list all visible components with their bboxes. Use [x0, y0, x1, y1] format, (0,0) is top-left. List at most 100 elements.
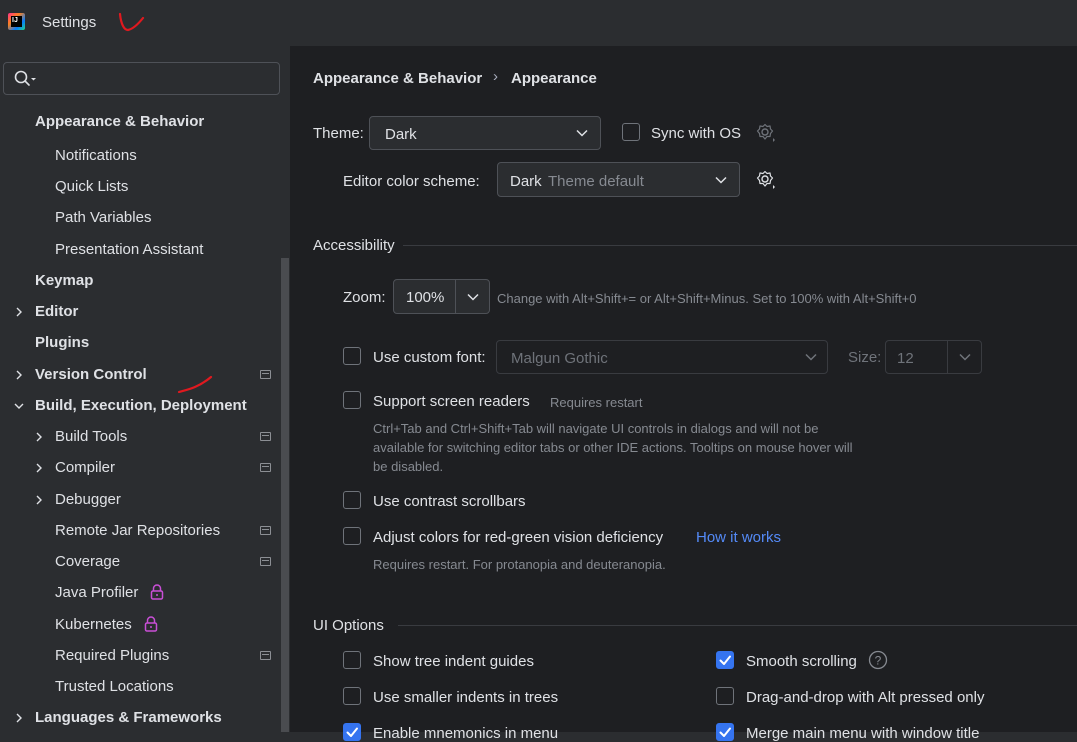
custom-font-value: Malgun Gothic [511, 350, 608, 367]
screen-readers-description: available for switching editor tabs or o… [373, 440, 853, 455]
sidebar-item-debugger[interactable]: Debugger [0, 487, 280, 513]
sidebar-item-label: Languages & Frameworks [35, 709, 222, 726]
theme-label: Theme: [313, 125, 364, 142]
chevron-right-icon[interactable] [13, 306, 25, 318]
contrast-scrollbars-checkbox[interactable] [343, 491, 361, 509]
svg-text:?: ? [875, 654, 882, 668]
color-deficiency-label: Adjust colors for red-green vision defic… [373, 529, 664, 546]
sidebar-item-label: Build, Execution, Deployment [35, 397, 247, 414]
mnemonics-checkbox[interactable] [343, 723, 361, 741]
sidebar-item-build-execution-deployment[interactable]: Build, Execution, Deployment [0, 393, 280, 419]
sidebar-item-required-plugins[interactable]: Required Plugins [0, 643, 280, 669]
screen-readers-checkbox[interactable] [343, 391, 361, 409]
chevron-right-icon[interactable] [33, 431, 45, 443]
chevron-right-icon[interactable] [13, 369, 25, 381]
sidebar-item-label: Quick Lists [55, 178, 129, 195]
sidebar-item-label: Path Variables [55, 209, 152, 226]
smaller-indents-checkbox[interactable] [343, 687, 361, 705]
breadcrumb-current: Appearance [511, 70, 597, 87]
sidebar-item-label: Remote Jar Repositories [55, 522, 221, 539]
zoom-dropdown-divider [455, 280, 456, 313]
sidebar-item-appearance-behavior[interactable]: Appearance & Behavior [0, 109, 280, 135]
sidebar-item-label: Plugins [35, 334, 90, 351]
drag-drop-checkbox[interactable] [716, 687, 734, 705]
sync-with-os-label: Sync with OS [651, 125, 742, 142]
project-level-icon [260, 432, 271, 441]
screen-readers-hint: Requires restart [550, 395, 643, 410]
theme-value: Dark [385, 126, 417, 143]
sidebar-item-label: Java Profiler [55, 584, 139, 601]
sync-with-os-checkbox[interactable] [622, 123, 640, 141]
sidebar-item-editor[interactable]: Editor [0, 299, 280, 325]
sidebar-item-label: Version Control [35, 366, 147, 383]
sidebar-item-java-profiler[interactable]: Java Profiler [0, 580, 280, 606]
editor-scheme-hint: Theme default [548, 173, 644, 190]
sidebar-item-kubernetes[interactable]: Kubernetes [0, 612, 280, 638]
intellij-app-icon: IJ [8, 13, 25, 30]
breadcrumb-parent[interactable]: Appearance & Behavior [313, 70, 482, 87]
chevron-down-icon [576, 129, 588, 137]
zoom-dropdown[interactable]: 100% [393, 279, 490, 314]
sidebar-item-version-control[interactable]: Version Control [0, 362, 280, 388]
chevron-right-icon[interactable] [33, 494, 45, 506]
sidebar-item-label: Required Plugins [55, 647, 170, 664]
sidebar-scrollbar[interactable] [281, 258, 289, 732]
sidebar-item-coverage[interactable]: Coverage [0, 549, 280, 575]
window-title: Settings [42, 14, 97, 31]
font-size-divider [947, 341, 948, 373]
sidebar-item-label: Build Tools [55, 428, 128, 445]
merge-menu-label: Merge main menu with window title [746, 725, 980, 742]
checkmark-icon [346, 727, 358, 737]
color-deficiency-hint: Requires restart. For protanopia and deu… [373, 557, 666, 572]
sidebar-item-quick-lists[interactable]: Quick Lists [0, 174, 280, 200]
contrast-scrollbars-label: Use contrast scrollbars [373, 493, 526, 510]
sidebar-item-presentation-assistant[interactable]: Presentation Assistant [0, 237, 280, 263]
font-size-dropdown[interactable]: 12 [885, 340, 982, 374]
sidebar-item-trusted-locations[interactable]: Trusted Locations [0, 674, 280, 700]
chevron-right-icon[interactable] [33, 462, 45, 474]
search-input[interactable] [3, 62, 280, 95]
project-level-icon [260, 557, 271, 566]
editor-scheme-label: Editor color scheme: [343, 173, 480, 190]
custom-font-label: Use custom font: [373, 349, 486, 366]
help-icon[interactable]: ? [868, 650, 888, 670]
chevron-right-icon[interactable] [13, 712, 25, 724]
sidebar-item-label: Debugger [55, 491, 121, 508]
search-icon [14, 70, 36, 86]
lock-icon [150, 584, 164, 600]
sidebar-item-label: Editor [35, 303, 79, 320]
sidebar-item-plugins[interactable]: Plugins [0, 330, 280, 356]
theme-dropdown[interactable]: Dark [369, 116, 601, 150]
merge-menu-checkbox[interactable] [716, 723, 734, 741]
how-it-works-link[interactable]: How it works [696, 529, 781, 546]
project-level-icon [260, 370, 271, 379]
smooth-scrolling-checkbox[interactable] [716, 651, 734, 669]
editor-scheme-dropdown[interactable]: Dark Theme default [497, 162, 740, 197]
sidebar-item-compiler[interactable]: Compiler [0, 455, 280, 481]
sidebar-item-keymap[interactable]: Keymap [0, 268, 280, 294]
chevron-down-icon [467, 293, 479, 301]
gear-icon[interactable] [756, 170, 776, 190]
sidebar-item-build-tools[interactable]: Build Tools [0, 424, 280, 450]
sidebar-item-remote-jar-repositories[interactable]: Remote Jar Repositories [0, 518, 280, 544]
indent-guides-label: Show tree indent guides [373, 653, 534, 670]
zoom-label: Zoom: [343, 289, 386, 306]
mnemonics-label: Enable mnemonics in menu [373, 725, 559, 742]
sidebar-item-notifications[interactable]: Notifications [0, 143, 280, 169]
checkmark-icon [719, 655, 731, 665]
red-annotation-mark [177, 375, 213, 394]
chevron-down-icon[interactable] [13, 400, 25, 412]
color-deficiency-checkbox[interactable] [343, 527, 361, 545]
smooth-scrolling-label: Smooth scrolling [746, 653, 857, 670]
custom-font-dropdown[interactable]: Malgun Gothic [496, 340, 828, 374]
gear-icon[interactable] [756, 123, 776, 143]
custom-font-checkbox[interactable] [343, 347, 361, 365]
sidebar-item-label: Keymap [35, 272, 94, 289]
sidebar-item-languages-frameworks[interactable]: Languages & Frameworks [0, 705, 280, 731]
sidebar-item-path-variables[interactable]: Path Variables [0, 205, 280, 231]
settings-content: Appearance & Behavior › Appearance Theme… [290, 46, 1077, 742]
project-level-icon [260, 526, 271, 535]
chevron-down-icon [805, 353, 817, 361]
indent-guides-checkbox[interactable] [343, 651, 361, 669]
settings-sidebar: Appearance & Behavior Notifications Quick … [0, 46, 290, 732]
